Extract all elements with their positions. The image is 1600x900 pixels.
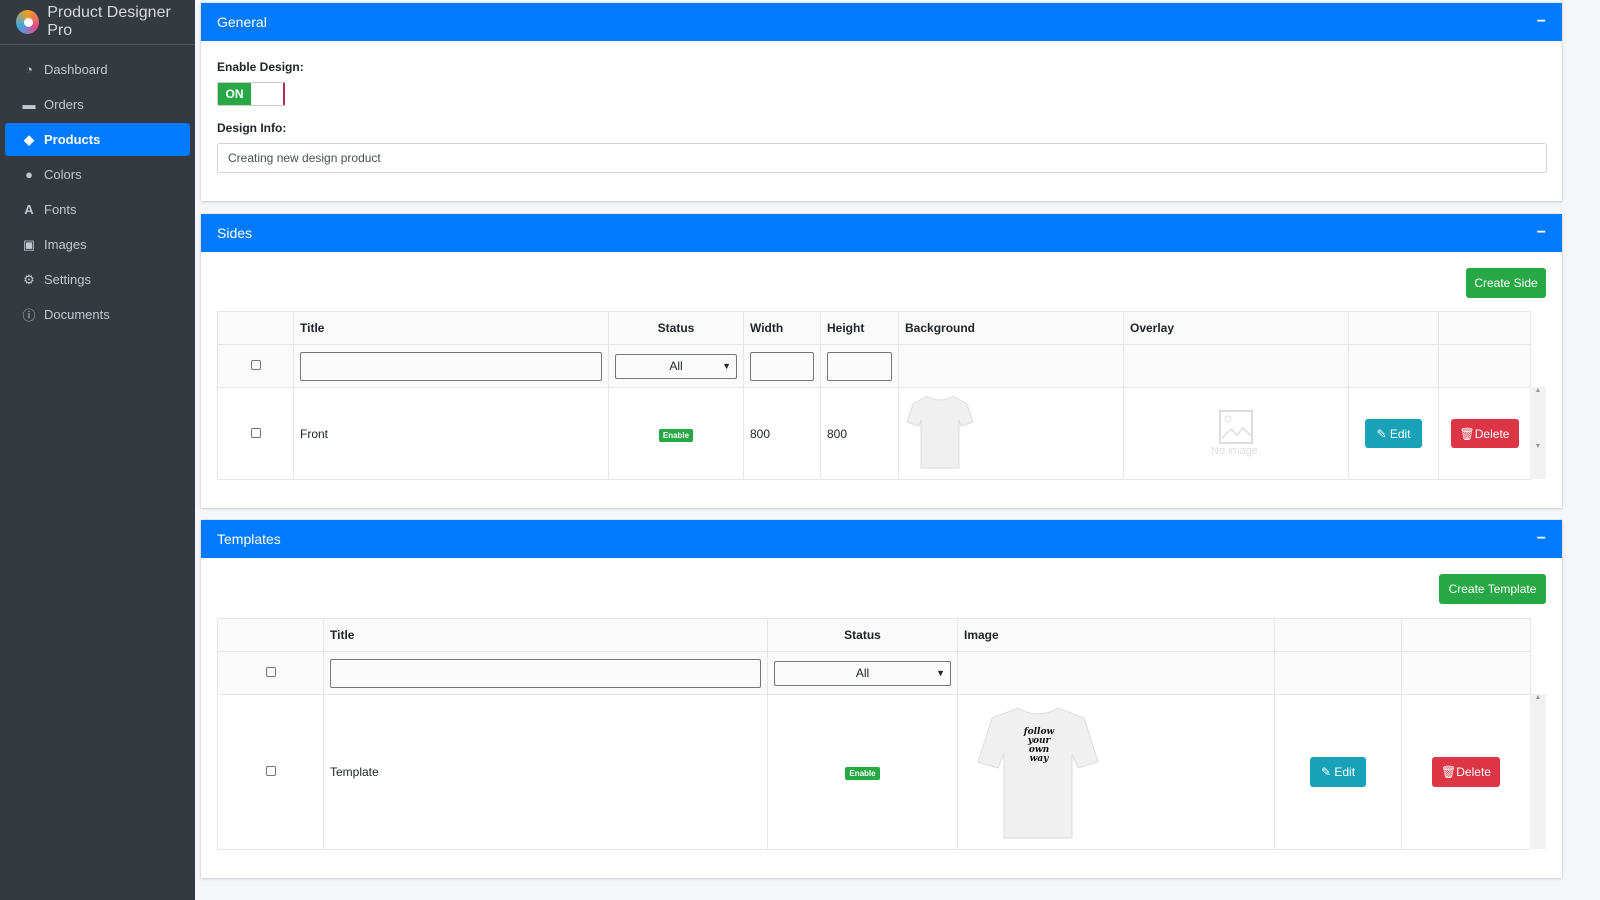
sidebar-item-settings[interactable]: ⚙ Settings (5, 263, 190, 296)
font-icon: A (24, 202, 34, 217)
info-icon: ⓘ (22, 308, 36, 323)
minimize-icon[interactable]: − (1537, 530, 1546, 548)
general-header: General − (201, 3, 1562, 41)
no-image-icon (1219, 410, 1253, 444)
row-checkbox[interactable] (265, 766, 276, 776)
gear-icon: ⚙ (23, 271, 35, 287)
tshirt-print-text: follow your own way (1023, 727, 1055, 764)
height-filter-input[interactable] (827, 351, 892, 381)
templates-card: Templates − Create Template Title Status Im… (201, 520, 1562, 878)
sidebar-item-fonts[interactable]: A Fonts (5, 193, 190, 226)
create-side-button[interactable]: Create Side (1466, 268, 1546, 298)
sidebar: Product Designer Pro ◔ Dashboard ▬ Orders … (0, 0, 195, 900)
status-filter-select[interactable]: All ▼ (615, 353, 737, 379)
chevron-down-icon: ▼ (936, 668, 945, 678)
status-badge: Enable (845, 767, 880, 780)
table-scrollbar[interactable]: ▲ (1530, 694, 1546, 849)
edit-button[interactable]: ✎ Edit (1365, 419, 1422, 448)
app-title: Product Designer Pro (47, 4, 171, 39)
width-filter-input[interactable] (750, 351, 814, 381)
minimize-icon[interactable]: − (1537, 224, 1546, 242)
sidebar-item-orders[interactable]: ▬ Orders (5, 88, 190, 121)
delete-button[interactable]: 🗑 Delete (1450, 419, 1519, 448)
tshirt-image (906, 395, 974, 469)
design-info-textarea[interactable]: Creating new design product (217, 143, 1547, 173)
title-filter-input[interactable] (330, 658, 761, 688)
enable-design-label: Enable Design: (217, 60, 304, 74)
inbox-icon: ▬ (22, 97, 36, 112)
sides-table: Title Status Width Height Background Overlay … (217, 311, 1531, 480)
sidebar-item-colors[interactable]: ● Colors (5, 158, 190, 191)
images-icon: ▣ (22, 236, 36, 252)
pencil-icon: ✎ (1320, 765, 1332, 779)
general-card: General − Enable Design: ON Design Info: … (201, 3, 1562, 201)
design-info-label: Design Info: (217, 121, 287, 135)
palette-icon: ● (25, 167, 33, 182)
trash-icon: 🗑 (1441, 765, 1457, 779)
sidebar-item-dashboard[interactable]: ◔ Dashboard (5, 53, 190, 86)
title-filter-input[interactable] (300, 351, 602, 381)
status-badge: Enable (658, 428, 694, 442)
sidebar-item-products[interactable]: ◆ Products (5, 123, 190, 156)
table-row: Template Enable follow your own way ✎ Ed… (217, 694, 1531, 850)
create-template-button[interactable]: Create Template (1439, 574, 1546, 604)
edit-button[interactable]: ✎ Edit (1310, 757, 1366, 787)
sides-card: Sides − Create Side Title Status Width Heigh… (201, 214, 1562, 508)
templates-table: Title Status Image All ▼ Template Enable fo… (217, 618, 1531, 850)
delete-button[interactable]: 🗑 Delete (1432, 757, 1500, 787)
brand[interactable]: Product Designer Pro (0, 0, 195, 45)
dashboard-icon: ◔ (25, 62, 33, 77)
table-scrollbar[interactable]: ▲ ▼ (1530, 387, 1546, 479)
trash-icon: 🗑 (1459, 426, 1475, 441)
minimize-icon[interactable]: − (1537, 13, 1546, 31)
status-filter-select[interactable]: All ▼ (774, 660, 951, 686)
select-all-checkbox[interactable] (265, 667, 276, 677)
filter-row: All ▼ (217, 651, 1531, 695)
sidebar-item-images[interactable]: ▣ Images (5, 228, 190, 261)
pencil-icon: ✎ (1376, 426, 1387, 441)
sidebar-item-documents[interactable]: ⓘ Documents (5, 298, 190, 331)
tag-icon: ◆ (24, 131, 34, 147)
select-all-checkbox[interactable] (250, 360, 261, 370)
sides-header: Sides − (201, 214, 1562, 252)
enable-design-toggle[interactable]: ON (217, 82, 285, 106)
template-tshirt-image: follow your own way (976, 702, 1100, 842)
filter-row: All ▼ (217, 344, 1531, 388)
table-row: Front Enable 800 800 No image. ✎ Edit 🗑 D… (217, 387, 1531, 480)
logo-icon (16, 10, 40, 34)
chevron-down-icon: ▼ (722, 361, 731, 371)
tshirt-shape (977, 707, 1099, 839)
templates-header: Templates − (201, 520, 1562, 558)
row-checkbox[interactable] (250, 427, 261, 438)
